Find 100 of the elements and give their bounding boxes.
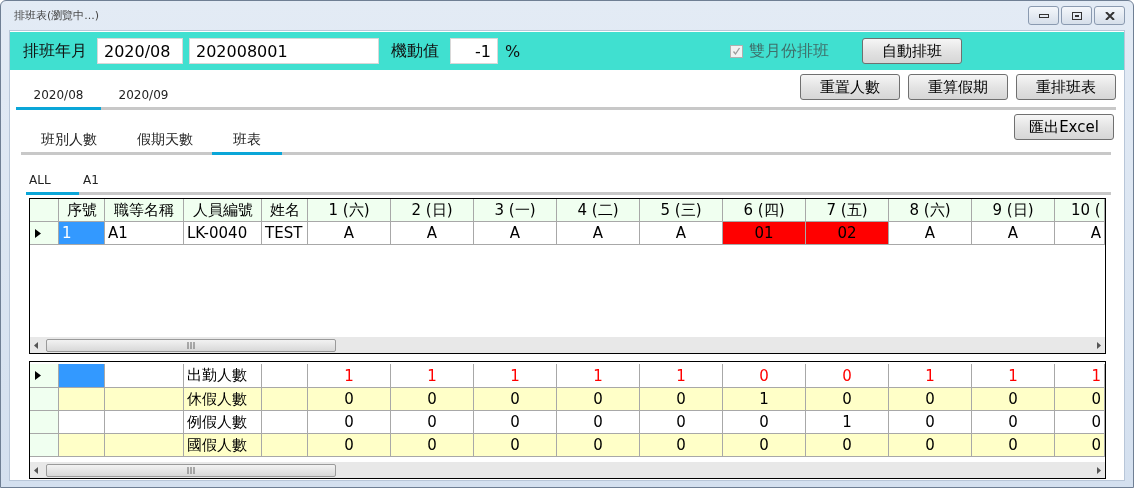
column-header[interactable]: 序號 [59,199,105,222]
table-cell: 02 [806,222,889,245]
table-cell: 1 [806,411,889,434]
table-cell: 0 [972,434,1055,457]
table-cell: A [308,222,391,245]
bimonthly-label: 雙月份排班 [749,40,830,62]
column-header[interactable]: 7 (五) [806,199,889,222]
scroll-left-icon[interactable] [34,341,38,349]
auto-schedule-button[interactable]: 自動排班 [862,38,963,64]
table-cell: 1 [59,222,105,245]
window-title: 排班表(瀏覽中...) [14,8,100,23]
column-header[interactable]: 人員編號 [184,199,262,222]
table-cell: 0 [640,434,723,457]
scroll-left-icon[interactable] [34,466,38,474]
grip-icon [186,466,196,474]
month-label: 排班年月 [23,40,87,62]
table-cell: 0 [806,434,889,457]
table-cell: A [391,222,474,245]
month-tab[interactable]: 2020/09 [101,82,186,110]
action-button[interactable]: 重排班表 [1016,74,1116,100]
table-cell: 1 [308,364,391,388]
close-button[interactable] [1094,6,1125,25]
group-tab[interactable]: A1 [79,167,103,195]
table-cell: 國假人數 [184,434,262,457]
month-field[interactable]: 2020/08 [97,38,183,64]
column-header[interactable]: 9 (日) [972,199,1055,222]
horizontal-scrollbar[interactable] [30,462,1105,478]
column-header[interactable]: 1 (六) [308,199,391,222]
table-cell: 0 [308,411,391,434]
table-cell: 0 [391,388,474,411]
table-cell: 0 [889,434,972,457]
table-cell: 0 [723,411,806,434]
view-tab[interactable]: 班別人數 [21,127,117,155]
horizontal-scrollbar[interactable] [30,337,1105,353]
table-cell: 0 [806,388,889,411]
view-tab[interactable]: 班表 [212,127,282,155]
table-cell: 0 [474,411,557,434]
table-cell: 例假人數 [184,411,262,434]
table-cell: 0 [806,364,889,388]
column-header[interactable]: 職等名稱 [105,199,184,222]
scroll-right-icon[interactable] [1097,341,1101,349]
table-cell: A [972,222,1055,245]
column-header[interactable]: 6 (四) [723,199,806,222]
table-cell: A [474,222,557,245]
column-header[interactable]: 8 (六) [889,199,972,222]
scroll-right-icon[interactable] [1097,466,1101,474]
table-cell: 0 [474,388,557,411]
export-excel-button[interactable]: 匯出Excel [1014,114,1114,140]
table-cell: 1 [557,364,640,388]
month-tab[interactable]: 2020/08 [16,82,101,110]
table-cell: 0 [640,388,723,411]
table-cell: 出勤人數 [184,364,262,388]
table-cell: 1 [474,364,557,388]
table-cell: 0 [474,434,557,457]
table-cell: 01 [723,222,806,245]
current-row-icon [35,228,41,238]
column-header[interactable]: 5 (三) [640,199,723,222]
table-cell: 0 [557,388,640,411]
table-cell: 0 [723,364,806,388]
table-cell: 0 [308,388,391,411]
table-cell: 0 [1055,434,1105,457]
table-cell: 1 [640,364,723,388]
table-cell: A [640,222,723,245]
action-button[interactable]: 重算假期 [908,74,1008,100]
minimize-button[interactable] [1028,6,1059,25]
table-cell: A [1055,222,1105,245]
percent-unit: % [505,41,521,61]
table-cell: 0 [557,411,640,434]
table-cell: 0 [889,388,972,411]
flex-value-field[interactable]: -1 [450,38,498,64]
column-header[interactable]: 3 (一) [474,199,557,222]
maximize-icon [1071,11,1082,20]
scrollbar-thumb[interactable] [46,338,336,352]
table-cell: 1 [1055,364,1105,388]
table-cell: 0 [972,388,1055,411]
table-cell: A1 [105,222,184,245]
action-button[interactable]: 重置人數 [800,74,900,100]
table-cell: 1 [723,388,806,411]
table-cell: 0 [972,411,1055,434]
view-tab[interactable]: 假期天數 [117,127,212,155]
group-tab[interactable]: ALL [26,167,79,195]
table-cell: 0 [308,434,391,457]
table-cell: 0 [391,434,474,457]
minimize-icon [1038,13,1049,18]
code-field[interactable]: 202008001 [189,38,379,64]
scrollbar-thumb[interactable] [46,463,336,477]
checkmark-icon [732,46,742,56]
column-header[interactable]: 4 (二) [557,199,640,222]
close-icon [1104,11,1115,20]
table-cell: 0 [391,411,474,434]
current-row-icon [35,371,41,380]
column-header[interactable]: 姓名 [262,199,308,222]
table-cell: A [557,222,640,245]
flex-label: 機動值 [391,40,439,62]
table-cell: A [889,222,972,245]
column-header[interactable]: 2 (日) [391,199,474,222]
row-header[interactable] [30,364,59,388]
row-header[interactable] [30,222,59,245]
column-header[interactable]: 10 ( [1055,199,1105,222]
maximize-button[interactable] [1061,6,1092,25]
